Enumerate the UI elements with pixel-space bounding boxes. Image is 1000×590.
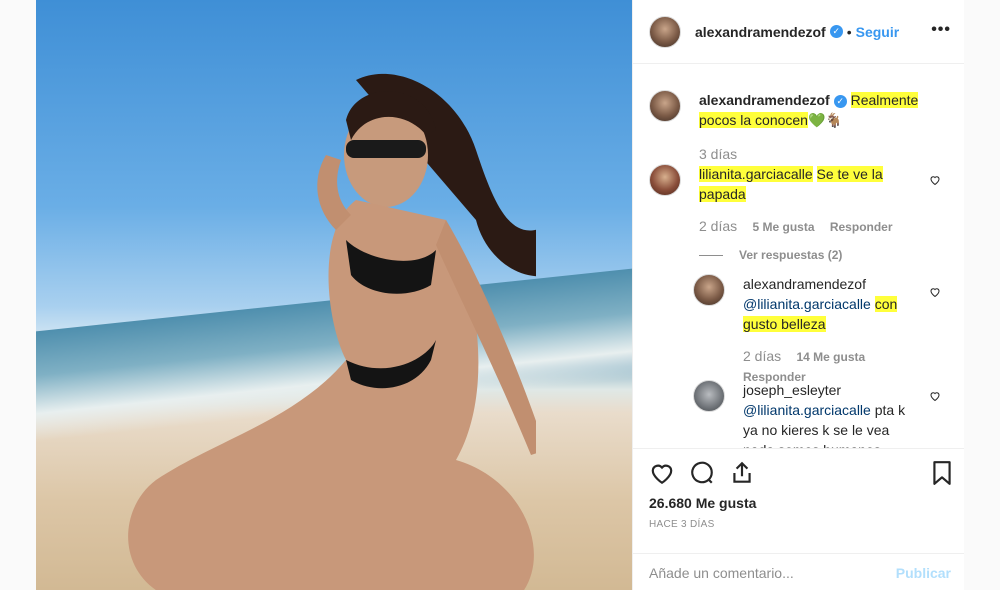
post-comment-button[interactable]: Publicar [896,565,951,581]
comment-like-heart-icon[interactable] [929,174,941,186]
post-header: alexandramendezof ✓ • Seguir ••• [633,0,965,64]
verified-badge-icon: ✓ [833,94,847,108]
author-avatar[interactable] [649,15,681,48]
right-margin [964,0,1000,590]
reply-time[interactable]: 2 días [743,348,781,364]
commenter-avatar[interactable] [649,164,681,196]
comments-list[interactable]: alexandramendezof ✓ Realmente pocos la co… [633,64,965,448]
post-actions: 26.680 Me gusta HACE 3 DÍAS Añade un com… [633,448,965,590]
caption-emoji: 💚🐐 [807,112,843,128]
reply-like-heart-icon[interactable] [929,286,941,298]
photo-subject [128,73,536,590]
verified-badge-icon: ✓ [829,25,843,38]
comment-time[interactable]: 2 días [699,218,737,234]
heart-icon[interactable] [649,460,675,486]
caption-username[interactable]: alexandramendezof [699,92,830,108]
reply-button[interactable]: Responder [830,220,893,234]
separator-dot: • [846,23,852,40]
reply-like-heart-icon[interactable] [929,390,941,402]
commenter-username[interactable]: lilianita.garciacalle [699,166,813,182]
view-replies-button[interactable]: Ver respuestas (2) [739,245,842,265]
reply-mention[interactable]: @lilianita.garciacalle [743,296,871,312]
share-icon[interactable] [729,460,755,486]
reply-likes[interactable]: 14 Me gusta [796,350,865,364]
reply-username[interactable]: alexandramendezof [743,276,866,292]
post-side-panel: alexandramendezof ✓ • Seguir ••• alexand… [632,0,965,590]
replies-divider [699,254,723,256]
add-comment-bar: Añade un comentario... Publicar [633,553,965,590]
post-date[interactable]: HACE 3 DÍAS [649,519,715,530]
post-photo[interactable] [36,0,632,590]
reply-avatar[interactable] [693,274,725,306]
comment-item: lilianita.garciacalle Se te ve la papada… [649,164,919,265]
reply-item: joseph_esleyter @lilianita.garciacalle p… [693,380,923,448]
comment-likes[interactable]: 5 Me gusta [752,220,814,234]
reply-avatar[interactable] [693,380,725,412]
comment-input[interactable]: Añade un comentario... [649,565,896,581]
author-username[interactable]: alexandramendezof [695,24,826,40]
likes-count[interactable]: 26.680 Me gusta [649,495,756,511]
caption-time[interactable]: 3 días [699,144,949,164]
bookmark-icon[interactable] [929,460,955,486]
more-options-icon[interactable]: ••• [931,21,951,39]
follow-button[interactable]: Seguir [856,24,900,40]
caption: alexandramendezof ✓ Realmente pocos la co… [649,90,949,164]
left-margin [0,0,36,590]
reply-username[interactable]: joseph_esleyter [743,382,841,398]
caption-avatar[interactable] [649,90,681,122]
reply-mention[interactable]: @lilianita.garciacalle [743,402,871,418]
reply-item: alexandramendezof @lilianita.garciacalle… [693,274,923,387]
comment-icon[interactable] [689,460,715,486]
